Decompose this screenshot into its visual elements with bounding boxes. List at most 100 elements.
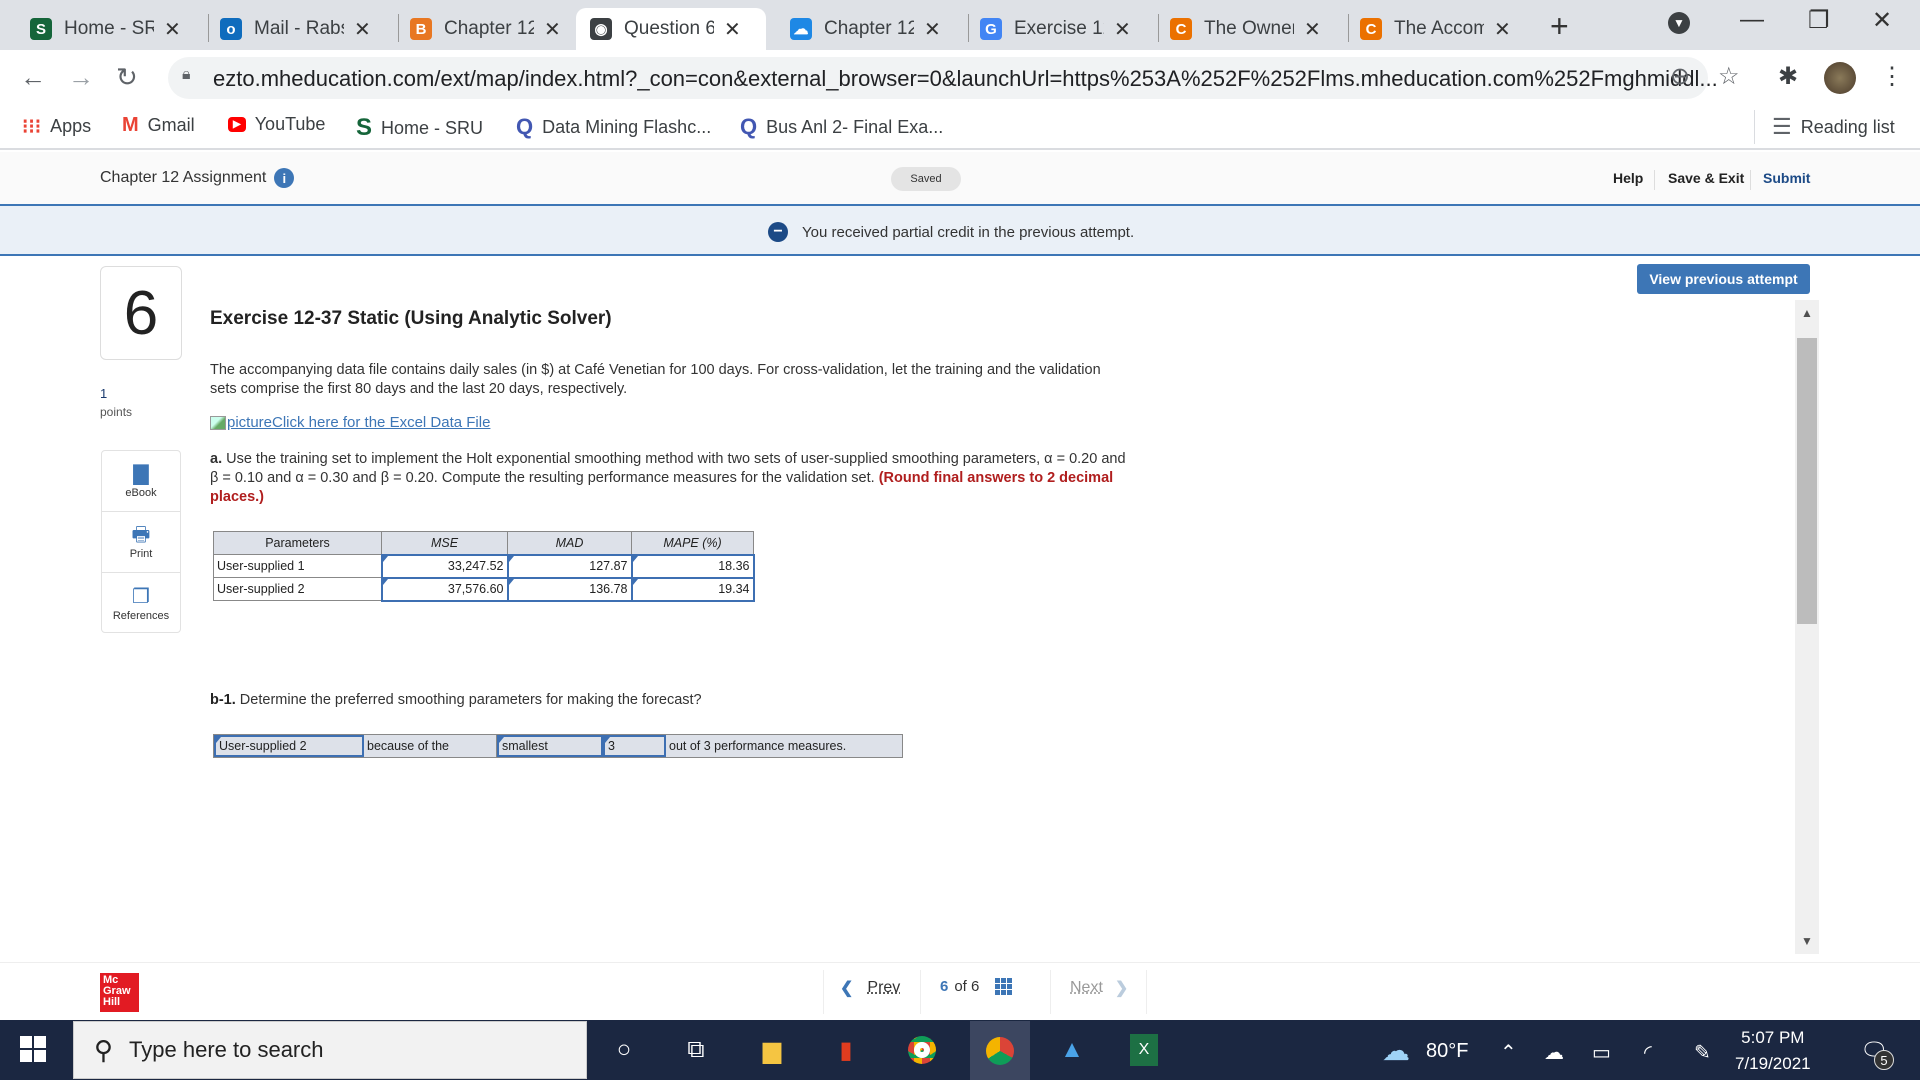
excel-data-file-link[interactable]: pictureClick here for the Excel Data Fil… bbox=[210, 414, 490, 431]
tab-search-icon[interactable]: ▼ bbox=[1668, 12, 1690, 34]
reading-list-button[interactable]: ☰ Reading list bbox=[1772, 114, 1895, 140]
mse-input[interactable]: 37,576.60 bbox=[380, 576, 509, 602]
bookmark-youtube[interactable]: ▶ YouTube bbox=[228, 114, 325, 135]
restore-button[interactable]: ❐ bbox=[1808, 6, 1830, 35]
mape-input[interactable]: 19.34 bbox=[630, 576, 755, 602]
bookmark-gmail[interactable]: M Gmail bbox=[122, 114, 195, 137]
save-exit-link[interactable]: Save & Exit bbox=[1668, 170, 1744, 186]
qualifier-select[interactable]: smallest bbox=[497, 735, 603, 757]
bookmark-apps[interactable]: ⁝⁝⁝ Apps bbox=[22, 114, 91, 139]
column-header-mape: MAPE (%) bbox=[631, 531, 754, 555]
scroll-down-arrow-icon[interactable]: ▼ bbox=[1801, 934, 1813, 948]
reading-list-icon: ☰ bbox=[1772, 114, 1792, 139]
close-tab-icon[interactable]: ✕ bbox=[724, 17, 741, 42]
onedrive-tray-icon[interactable]: ☁ bbox=[1544, 1040, 1564, 1065]
close-window-button[interactable]: ✕ bbox=[1872, 6, 1892, 35]
zoom-out-icon[interactable]: ⊖ bbox=[1670, 62, 1690, 91]
close-tab-icon[interactable]: ✕ bbox=[924, 17, 941, 42]
extensions-icon[interactable]: ✱ bbox=[1778, 62, 1798, 91]
browser-tab[interactable]: ☁ Chapter 12 I ✕ bbox=[790, 8, 941, 50]
mad-input[interactable]: 127.87 bbox=[506, 553, 633, 579]
back-icon[interactable]: ← bbox=[20, 62, 46, 93]
task-view-icon[interactable]: ⧉ bbox=[680, 1034, 712, 1066]
preferred-parameters-select[interactable]: User-supplied 2 bbox=[214, 735, 364, 757]
taskbar-search-box[interactable]: ⚲ Type here to search bbox=[73, 1021, 587, 1079]
close-tab-icon[interactable]: ✕ bbox=[1114, 17, 1131, 42]
quizlet-icon: Q bbox=[516, 114, 534, 139]
close-tab-icon[interactable]: ✕ bbox=[544, 17, 561, 42]
close-tab-icon[interactable]: ✕ bbox=[354, 17, 371, 42]
profile-avatar[interactable] bbox=[1824, 62, 1856, 94]
chrome-icon[interactable] bbox=[906, 1034, 938, 1066]
outlook-icon: o bbox=[220, 18, 242, 40]
battery-icon[interactable]: ▭ bbox=[1592, 1040, 1611, 1065]
points-value: 1 bbox=[100, 386, 108, 401]
scrollbar-thumb[interactable] bbox=[1797, 338, 1817, 624]
reload-icon[interactable]: ↻ bbox=[116, 62, 138, 93]
mad-input[interactable]: 136.78 bbox=[506, 576, 633, 602]
photos-icon[interactable]: ▲ bbox=[1056, 1034, 1088, 1066]
submit-link[interactable]: Submit bbox=[1763, 170, 1810, 186]
browser-tab[interactable]: C The Accomp ✕ bbox=[1360, 8, 1511, 50]
browser-tab[interactable]: ◉ Question 6 - ✕ bbox=[576, 8, 766, 50]
forward-icon[interactable]: → bbox=[68, 62, 94, 93]
footer-divider bbox=[920, 970, 921, 1014]
chrome-active-icon[interactable] bbox=[970, 1021, 1030, 1080]
new-tab-button[interactable]: + bbox=[1550, 8, 1569, 45]
print-button[interactable]: 🖶︎ Print bbox=[102, 512, 180, 573]
taskbar-clock[interactable]: 5:07 PM 7/19/2021 bbox=[1735, 1025, 1811, 1077]
file-explorer-icon[interactable]: ▆ bbox=[756, 1034, 788, 1066]
bookmark-data-mining[interactable]: Q Data Mining Flashc... bbox=[516, 114, 711, 140]
bookmark-star-icon[interactable]: ☆ bbox=[1718, 62, 1740, 91]
wifi-icon[interactable]: ◜ bbox=[1644, 1040, 1652, 1065]
tab-title: Mail - Rabso bbox=[254, 18, 344, 39]
bookmark-home-sru[interactable]: S Home - SRU bbox=[356, 114, 483, 142]
help-link[interactable]: Help bbox=[1613, 170, 1643, 186]
browser-tab[interactable]: G Exercise 12- ✕ bbox=[980, 8, 1131, 50]
question-grid-icon[interactable] bbox=[995, 978, 1013, 995]
browser-tab[interactable]: o Mail - Rabso ✕ bbox=[220, 8, 371, 50]
tab-title: Chapter 12 I bbox=[824, 18, 914, 39]
assignment-title: Chapter 12 Assignment i bbox=[100, 168, 295, 188]
office-icon[interactable]: ▮ bbox=[830, 1034, 862, 1066]
menu-kebab-icon[interactable]: ⋮ bbox=[1880, 62, 1904, 91]
close-tab-icon[interactable]: ✕ bbox=[164, 17, 181, 42]
cortana-icon[interactable]: ○ bbox=[608, 1034, 640, 1066]
ebook-button[interactable]: ▇ eBook bbox=[102, 451, 180, 512]
windows-start-icon[interactable] bbox=[20, 1036, 46, 1062]
close-tab-icon[interactable]: ✕ bbox=[1494, 17, 1511, 42]
prev-button[interactable]: ❮ Prev bbox=[840, 978, 900, 998]
browser-tab[interactable]: S Home - SRU ✕ bbox=[30, 8, 181, 50]
weather-temperature[interactable]: 80°F bbox=[1426, 1040, 1468, 1063]
lock-icon[interactable]: 🔒︎ bbox=[182, 66, 191, 84]
part-b1-answer-row: User-supplied 2 because of the smallest … bbox=[213, 734, 903, 758]
question-title: Exercise 12-37 Static (Using Analytic So… bbox=[210, 308, 612, 329]
info-icon[interactable]: i bbox=[274, 168, 295, 188]
blackboard-icon: B bbox=[410, 18, 432, 40]
gmail-icon: M bbox=[122, 114, 139, 136]
browser-tab[interactable]: C The Owner (✕ bbox=[1170, 8, 1321, 50]
close-tab-icon[interactable]: ✕ bbox=[1304, 17, 1321, 42]
pen-workspace-icon[interactable]: ✎ bbox=[1694, 1040, 1711, 1065]
weather-cloud-icon[interactable]: ☁ bbox=[1382, 1034, 1410, 1067]
view-previous-attempt-button[interactable]: View previous attempt bbox=[1637, 264, 1810, 294]
points-label: points bbox=[100, 405, 133, 419]
excel-icon[interactable]: X bbox=[1130, 1034, 1158, 1066]
browser-tab[interactable]: B Chapter 12 A ✕ bbox=[410, 8, 561, 50]
answer-static-text: because of the bbox=[364, 735, 497, 757]
bookmark-bus-anl[interactable]: Q Bus Anl 2- Final Exa... bbox=[740, 114, 943, 140]
show-hidden-icons-chevron-icon[interactable]: ⌃ bbox=[1500, 1040, 1517, 1065]
minimize-button[interactable]: — bbox=[1740, 6, 1764, 34]
mape-input[interactable]: 18.36 bbox=[630, 553, 755, 579]
url-text[interactable]: ezto.mheducation.com/ext/map/index.html?… bbox=[213, 66, 1718, 92]
mcgraw-hill-logo: Mc Graw Hill bbox=[100, 973, 139, 1012]
tab-separator bbox=[1158, 14, 1159, 42]
scroll-up-arrow-icon[interactable]: ▲ bbox=[1801, 306, 1813, 320]
count-input[interactable]: 3 bbox=[603, 735, 666, 757]
references-button[interactable]: ❐ References bbox=[102, 573, 180, 634]
page-counter[interactable]: 6 of 6 bbox=[940, 978, 1013, 995]
mse-input[interactable]: 33,247.52 bbox=[380, 553, 509, 579]
action-center-icon[interactable]: 🗨︎ 5 bbox=[1860, 1038, 1894, 1070]
content-scrollbar[interactable]: ▲ ▼ bbox=[1795, 300, 1819, 954]
next-button[interactable]: Next ❯ bbox=[1070, 978, 1128, 998]
